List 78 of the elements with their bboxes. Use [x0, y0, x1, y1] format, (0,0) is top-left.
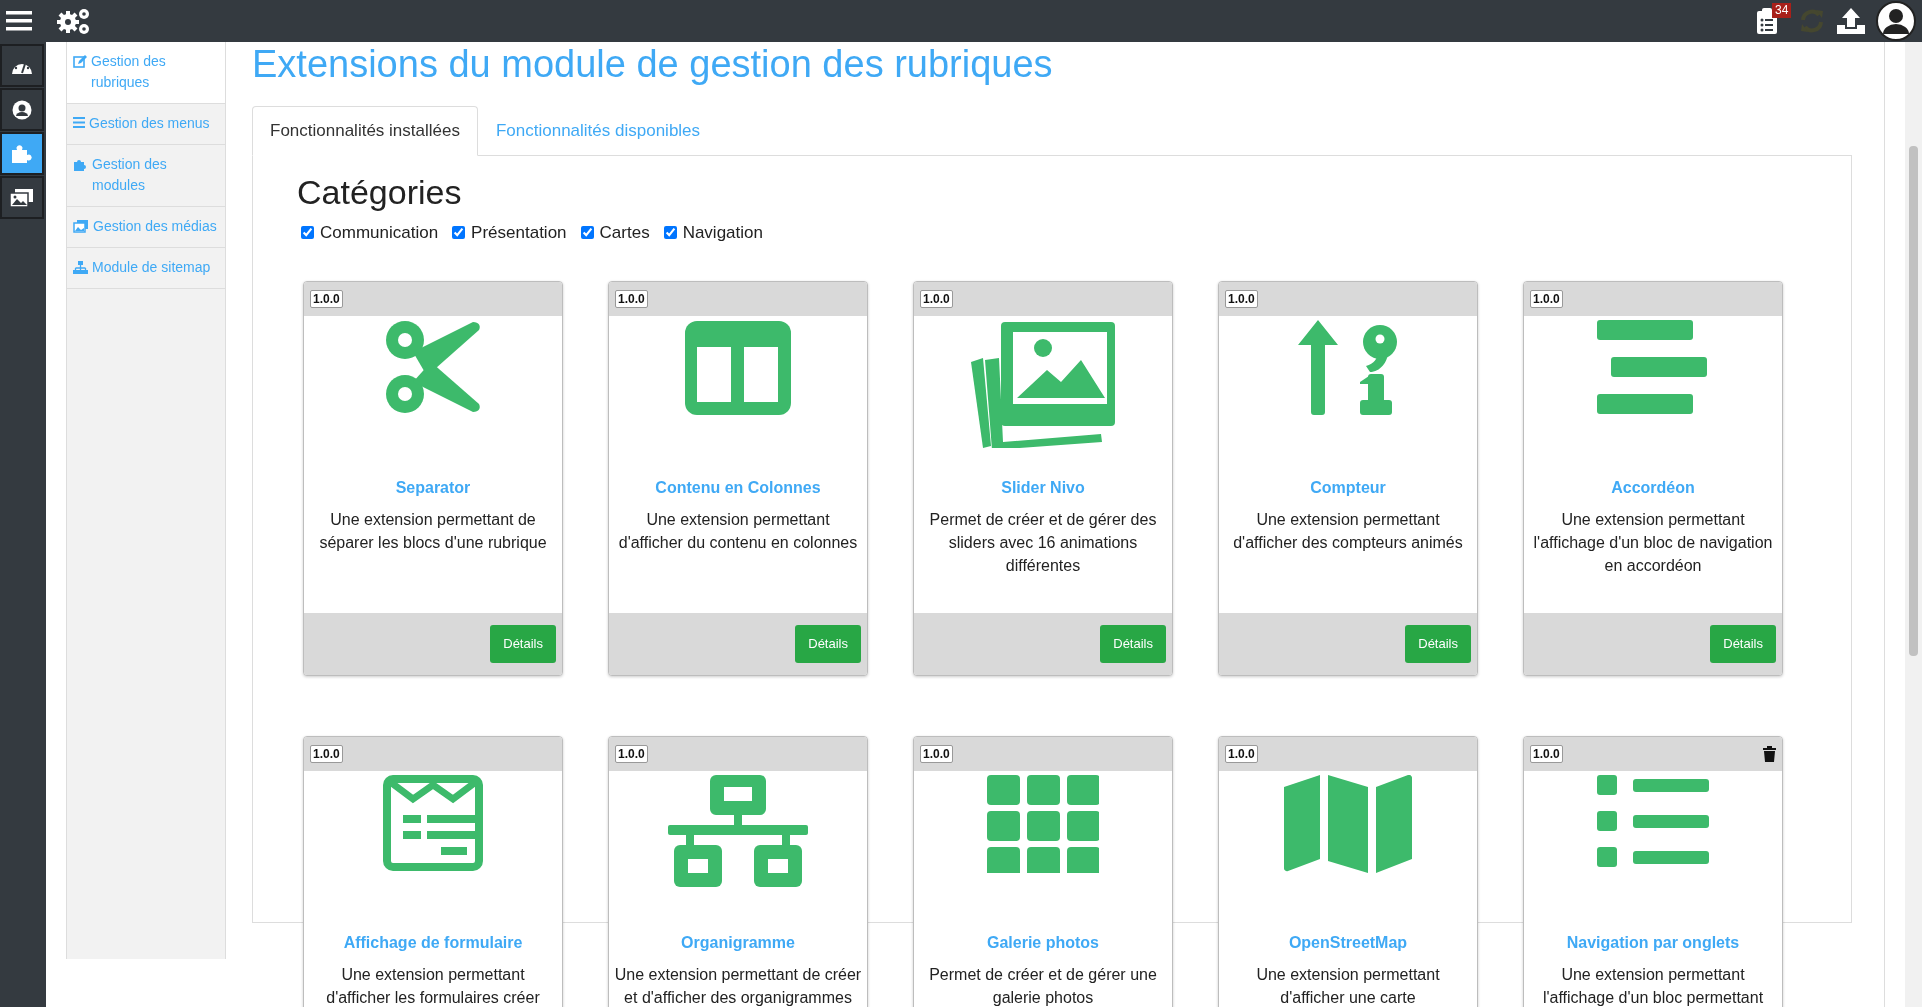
- counter-icon: [1298, 320, 1398, 416]
- extension-description: Une extension permettant d'afficher des compteurs animés: [1233, 511, 1463, 551]
- extension-title[interactable]: Compteur: [1219, 478, 1477, 498]
- checkbox[interactable]: [663, 225, 677, 239]
- checkbox[interactable]: [580, 225, 594, 239]
- details-button[interactable]: Détails: [1710, 625, 1776, 663]
- version-tag: 1.0.0: [1225, 745, 1258, 763]
- upload-icon[interactable]: [1836, 7, 1866, 35]
- menu-icon[interactable]: [6, 10, 32, 32]
- images-icon: [970, 320, 1116, 448]
- version-tag: 1.0.0: [920, 745, 953, 763]
- checkbox-label: Navigation: [682, 221, 763, 244]
- notification-badge: 34: [1772, 3, 1792, 18]
- extension-title[interactable]: Affichage de formulaire: [304, 933, 562, 953]
- version-tag: 1.0.0: [615, 745, 648, 763]
- extension-description: Permet de créer et de gérer une galerie photos: [929, 966, 1157, 1006]
- checkbox-label: Cartes: [599, 221, 650, 244]
- sidebar-label: Module de sitemap: [92, 258, 211, 277]
- page-title: Extensions du module de gestion des rubriques: [252, 42, 1054, 86]
- sidebar-label: Gestion des rubriques: [91, 52, 167, 92]
- sidebar-item[interactable]: Gestion des modules: [67, 145, 225, 207]
- grid-icon: [987, 775, 1099, 873]
- images-icon[interactable]: [0, 176, 44, 219]
- puzzle-icon[interactable]: [0, 132, 44, 175]
- scissors-icon: [385, 320, 481, 416]
- version-tag: 1.0.0: [1225, 290, 1258, 308]
- checkbox[interactable]: [301, 225, 314, 239]
- version-tag: 1.0.0: [615, 290, 648, 308]
- extension-description: Une extension permettant de créer et d'afficher des organigrammes: [614, 966, 862, 1006]
- version-tag: 1.0.0: [310, 290, 343, 308]
- map-icon: [1284, 775, 1412, 873]
- extension-title[interactable]: Galerie photos: [914, 933, 1172, 953]
- tab[interactable]: Fonctionnalités installées: [252, 106, 478, 156]
- sidebar-label: Gestion des menus: [89, 114, 210, 133]
- extension-title[interactable]: Separator: [304, 478, 562, 498]
- section-heading: Catégories: [297, 171, 463, 212]
- extension-description: Une extension permettant l'affichage d'un bloc de navigation en accordéon: [1533, 511, 1773, 574]
- columns-icon: [684, 320, 792, 416]
- extension-description: Une extension permettant d'afficher une carte: [1256, 966, 1440, 1006]
- sidebar-label: Gestion des médias: [93, 217, 217, 236]
- details-button[interactable]: Détails: [795, 625, 861, 663]
- accordion-icon: [1597, 320, 1709, 416]
- checkbox-label: Communication: [320, 221, 439, 244]
- details-button[interactable]: Détails: [1405, 625, 1471, 663]
- sidebar-item[interactable]: Gestion des menus: [67, 104, 225, 145]
- checkbox[interactable]: [452, 225, 466, 239]
- checkbox-label: Présentation: [471, 221, 567, 244]
- extension-title[interactable]: Navigation par onglets: [1524, 933, 1782, 953]
- extension-description: Une extension permettant d'afficher du contenu en colonnes: [618, 511, 858, 551]
- avatar[interactable]: [1876, 1, 1916, 41]
- trash-icon[interactable]: [1763, 746, 1776, 762]
- extension-description: Permet de créer et de gérer des sliders avec 16 animations différentes: [929, 511, 1157, 574]
- tab[interactable]: Fonctionnalités disponibles: [477, 106, 719, 156]
- extension-description: Une extension permettant d'afficher les formulaires créer: [326, 966, 540, 1006]
- version-tag: 1.0.0: [310, 745, 343, 763]
- extension-title[interactable]: Contenu en Colonnes: [609, 478, 867, 498]
- extension-description: Une extension permettant de séparer les blocs d'une rubrique: [319, 511, 547, 551]
- sitemap-icon: [668, 775, 808, 887]
- form-icon: [383, 775, 483, 871]
- sidebar-item[interactable]: Gestion des rubriques: [67, 42, 225, 104]
- version-tag: 1.0.0: [1530, 290, 1563, 308]
- gauge-icon[interactable]: [0, 44, 44, 87]
- sidebar-item[interactable]: Gestion des médias: [67, 207, 225, 248]
- user-icon[interactable]: [0, 88, 44, 131]
- scrollbar[interactable]: [1905, 42, 1922, 1007]
- sidebar-label: Gestion des modules: [92, 155, 168, 195]
- details-button[interactable]: Détails: [490, 625, 556, 663]
- extension-title[interactable]: Accordéon: [1524, 478, 1782, 498]
- list-icon: [1597, 775, 1709, 867]
- version-tag: 1.0.0: [920, 290, 953, 308]
- extension-title[interactable]: Organigramme: [609, 933, 867, 953]
- sidebar-item[interactable]: Module de sitemap: [67, 248, 225, 289]
- extension-description: Une extension permettant l'affichage d'un bloc permettant: [1542, 966, 1764, 1006]
- extension-title[interactable]: OpenStreetMap: [1219, 933, 1477, 953]
- details-button[interactable]: Détails: [1100, 625, 1166, 663]
- settings-icon[interactable]: [56, 7, 92, 35]
- version-tag: 1.0.0: [1530, 745, 1563, 763]
- extension-title[interactable]: Slider Nivo: [914, 478, 1172, 498]
